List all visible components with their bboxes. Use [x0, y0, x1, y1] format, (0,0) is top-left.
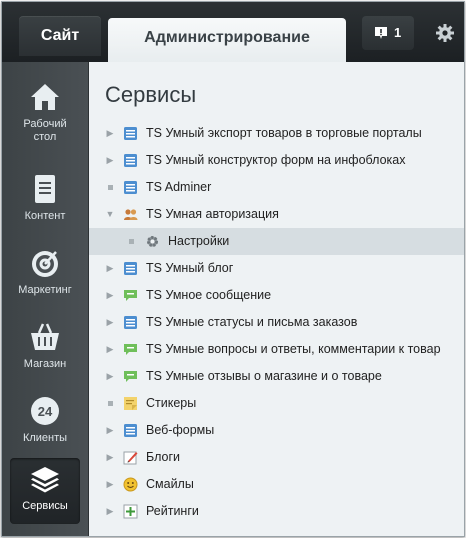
expand-arrow-icon[interactable]: ▶ — [105, 309, 115, 336]
tree-item-label[interactable]: TS Умные отзывы о магазине и о товаре — [146, 363, 382, 390]
sidebar-item-label: Рабочий — [23, 118, 67, 130]
smile-icon — [123, 477, 138, 492]
collapse-arrow-icon[interactable]: ▼ — [105, 201, 115, 228]
sidebar-item-shop[interactable]: Магазин — [10, 316, 80, 384]
chat-icon — [124, 290, 137, 301]
users-icon — [124, 209, 138, 220]
clients-badge: 24 — [38, 404, 53, 419]
notification-count: 1 — [394, 25, 402, 40]
tree-item[interactable]: ▶ TS Умное сообщение — [89, 282, 464, 309]
tree-item[interactable]: ▶ Блоги — [89, 444, 464, 471]
expand-arrow-icon[interactable]: ▶ — [105, 363, 115, 390]
sidebar-item-label: Контент — [24, 210, 66, 222]
sidebar-item-services[interactable]: Сервисы — [10, 458, 80, 524]
form-icon — [124, 154, 137, 167]
leaf-dot-icon — [126, 228, 136, 255]
sidebar-item-label: Магазин — [23, 358, 67, 370]
tree-item[interactable]: ▶ TS Умный конструктор форм на инфоблока… — [89, 147, 464, 174]
blog-icon — [123, 451, 138, 465]
tree-item[interactable]: Стикеры — [89, 390, 464, 417]
gear-icon — [147, 236, 158, 247]
sidebar-item-marketing[interactable]: Маркетинг — [10, 242, 80, 310]
tree-item-label[interactable]: TS Умные статусы и письма заказов — [146, 309, 357, 336]
tab-site[interactable]: Сайт — [19, 16, 101, 56]
expand-arrow-icon[interactable]: ▶ — [105, 255, 115, 282]
sidebar-item-clients[interactable]: 24 Клиенты — [10, 390, 80, 458]
tree-item-label[interactable]: TS Умное сообщение — [146, 282, 271, 309]
expand-arrow-icon[interactable]: ▶ — [105, 471, 115, 498]
tree-item-label[interactable]: TS Adminer — [146, 174, 211, 201]
rating-icon — [123, 504, 138, 519]
form-icon — [124, 262, 137, 275]
home-icon — [31, 84, 59, 110]
sidebar-item-label: Маркетинг — [18, 284, 72, 296]
expand-arrow-icon[interactable]: ▶ — [105, 147, 115, 174]
layers-icon — [31, 467, 59, 493]
page-title: Сервисы — [105, 82, 197, 107]
tree-item[interactable]: ▶ TS Умный блог — [89, 255, 464, 282]
tree-item-label[interactable]: TS Умный блог — [146, 255, 233, 282]
form-icon — [124, 181, 137, 194]
sticker-icon — [124, 397, 137, 410]
expand-arrow-icon[interactable]: ▶ — [105, 336, 115, 363]
target-icon — [32, 251, 58, 277]
tree-item-label[interactable]: Смайлы — [146, 471, 194, 498]
sidebar-item-label-2: стол — [33, 131, 57, 143]
main-panel: Сервисы ▶ TS Умный экспорт товаров в тор… — [89, 62, 464, 536]
tree-item-label[interactable]: Стикеры — [146, 390, 196, 417]
tree-item[interactable]: TS Adminer — [89, 174, 464, 201]
tree-item-label[interactable]: TS Умная авторизация — [146, 201, 279, 228]
sidebar: Рабочий стол Контент Маркетинг Магазин 2… — [2, 62, 89, 536]
services-tree: ▶ TS Умный экспорт товаров в торговые по… — [89, 120, 464, 525]
tree-item-label[interactable]: TS Умные вопросы и ответы, комментарии к… — [146, 336, 441, 363]
sidebar-item-label: Клиенты — [22, 432, 68, 444]
tree-item-label[interactable]: Настройки — [168, 228, 229, 255]
expand-arrow-icon[interactable]: ▶ — [105, 282, 115, 309]
tree-item-label[interactable]: Блоги — [146, 444, 180, 471]
leaf-dot-icon — [105, 390, 115, 417]
tree-item[interactable]: ▶ TS Умные отзывы о магазине и о товаре — [89, 363, 464, 390]
tree-item-label[interactable]: Рейтинги — [146, 498, 199, 525]
expand-arrow-icon[interactable]: ▶ — [105, 498, 115, 525]
form-icon — [124, 316, 137, 329]
tree-item[interactable]: ▶ Веб-формы — [89, 417, 464, 444]
expand-arrow-icon[interactable]: ▶ — [105, 417, 115, 444]
expand-arrow-icon[interactable]: ▶ — [105, 120, 115, 147]
tree-item[interactable]: ▶ TS Умные статусы и письма заказов — [89, 309, 464, 336]
sidebar-item-desktop[interactable]: Рабочий стол — [10, 76, 80, 144]
tree-item-selected[interactable]: Настройки — [89, 228, 464, 255]
clients-24-icon: 24 — [31, 397, 59, 425]
tree-item-label[interactable]: TS Умный экспорт товаров в торговые порт… — [146, 120, 422, 147]
admin-window: Сайт Администрирование 1 Рабочий стол Ко… — [1, 1, 465, 537]
form-icon — [124, 127, 137, 140]
sidebar-item-content[interactable]: Контент — [10, 168, 80, 236]
document-icon — [35, 175, 55, 203]
tree-item[interactable]: ▶ TS Умные вопросы и ответы, комментарии… — [89, 336, 464, 363]
tree-item[interactable]: ▶ TS Умный экспорт товаров в торговые по… — [89, 120, 464, 147]
form-icon — [124, 424, 137, 437]
leaf-dot-icon — [105, 174, 115, 201]
expand-arrow-icon[interactable]: ▶ — [105, 444, 115, 471]
chat-icon — [124, 344, 137, 355]
notifications-button[interactable]: 1 — [362, 16, 414, 50]
basket-icon — [31, 323, 59, 350]
chat-icon — [124, 371, 137, 382]
tree-item[interactable]: ▶ Смайлы — [89, 471, 464, 498]
tab-administration[interactable]: Администрирование — [108, 18, 346, 62]
tree-item[interactable]: ▼ TS Умная авторизация — [89, 201, 464, 228]
tree-item[interactable]: ▶ Рейтинги — [89, 498, 464, 525]
tree-item-label[interactable]: TS Умный конструктор форм на инфоблоках — [146, 147, 405, 174]
top-bar: Сайт Администрирование 1 — [2, 2, 464, 62]
sidebar-item-label: Сервисы — [22, 500, 68, 512]
settings-gear-icon[interactable] — [434, 22, 456, 44]
notification-icon — [375, 27, 387, 39]
tree-item-label[interactable]: Веб-формы — [146, 417, 214, 444]
